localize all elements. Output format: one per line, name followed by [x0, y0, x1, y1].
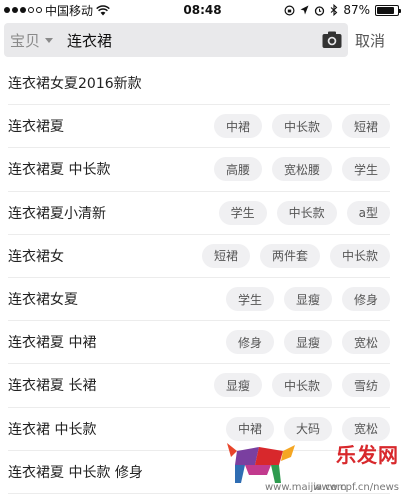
suggestion-text: 连衣裙夏 [8, 119, 64, 136]
refine-tag-chip[interactable]: 两件套 [259, 243, 320, 268]
suggestion-row[interactable]: 连衣裙夏 长裙 显瘦 中长款 雪纺 [8, 364, 390, 408]
suggestion-tags: 高腰 宽松腰 学生 [213, 157, 390, 182]
refine-tag-chip[interactable]: 中长款 [329, 243, 390, 268]
refine-tag-chip[interactable]: 修身 [225, 330, 274, 355]
suggestion-row[interactable]: 连衣裙夏小清新 学生 中长款 a型 [8, 192, 390, 235]
suggestion-text: 连衣裙女夏2016新款 [8, 76, 142, 93]
refine-tag-chip[interactable]: 显瘦 [283, 330, 332, 355]
camera-icon[interactable] [322, 30, 342, 49]
cancel-button[interactable]: 取消 [355, 30, 385, 51]
suggestion-text: 连衣裙女 [8, 248, 64, 265]
suggestion-text: 连衣裙夏 中长款 修身 [8, 464, 143, 481]
suggestion-tags: 学生 显瘦 修身 [225, 287, 390, 312]
bull-logo-icon [227, 443, 295, 483]
suggestion-text: 连衣裙夏 长裙 [8, 378, 97, 395]
suggestion-text: 连衣裙夏小清新 [8, 205, 106, 222]
lock-rotation-icon [284, 4, 295, 16]
refine-tag-chip[interactable]: 学生 [225, 287, 274, 312]
suggestion-tags: 修身 显瘦 宽松 [225, 330, 390, 355]
suggestion-tags: 短裙 两件套 中长款 [201, 243, 390, 268]
refine-tag-chip[interactable]: 修身 [341, 287, 390, 312]
refine-tag-chip[interactable]: 中长款 [276, 200, 337, 225]
bluetooth-icon [330, 4, 338, 16]
refine-tag-chip[interactable]: 宽松 [341, 330, 390, 355]
suggestion-text: 连衣裙夏 中裙 [8, 335, 97, 352]
refine-tag-chip[interactable]: 高腰 [213, 157, 262, 182]
battery-percent: 87% [343, 3, 370, 17]
refine-tag-chip[interactable]: 雪纺 [341, 373, 390, 398]
suggestion-row[interactable]: 连衣裙夏 中裙 中长款 短裙 [8, 105, 390, 149]
refine-tag-chip[interactable]: 中长款 [271, 373, 332, 398]
search-input[interactable]: 连衣裙 [67, 30, 112, 51]
search-box[interactable]: 宝贝 连衣裙 [4, 23, 348, 57]
refine-tag-chip[interactable]: 短裙 [341, 114, 390, 139]
refine-tag-chip[interactable]: 学生 [341, 157, 390, 182]
refine-tag-chip[interactable]: a型 [346, 200, 390, 225]
refine-tag-chip[interactable]: 显瘦 [213, 373, 262, 398]
status-bar: 中国移动 08:48 87% [0, 0, 405, 20]
suggestion-text: 连衣裙女夏 [8, 292, 78, 309]
watermark: 乐发网 www.maijia.com www.cpf.cn/news [221, 435, 401, 495]
suggestion-text: 连衣裙夏 中长款 [8, 162, 111, 179]
alarm-icon [315, 5, 325, 16]
suggestion-row[interactable]: 连衣裙女夏 学生 显瘦 修身 [8, 278, 390, 322]
location-icon [300, 5, 309, 14]
refine-tag-chip[interactable]: 短裙 [201, 243, 250, 268]
battery-icon [375, 4, 401, 16]
suggestion-row[interactable]: 连衣裙夏 中裙 修身 显瘦 宽松 [8, 321, 390, 365]
search-scope-label: 宝贝 [10, 31, 41, 50]
suggestion-tags: 学生 中长款 a型 [218, 200, 390, 225]
suggestion-row[interactable]: 连衣裙女 短裙 两件套 中长款 [8, 235, 390, 278]
suggestion-list: 连衣裙女夏2016新款 连衣裙夏 中裙 中长款 短裙 连衣裙夏 中长款 高腰 宽松腰 学生 连衣裙… [0, 62, 405, 494]
caret-down-icon [45, 37, 54, 43]
watermark-brand: 乐发网 [336, 443, 399, 467]
refine-tag-chip[interactable]: 中长款 [271, 114, 332, 139]
refine-tag-chip[interactable]: 显瘦 [283, 287, 332, 312]
refine-tag-chip[interactable]: 宽松腰 [271, 157, 332, 182]
search-scope-selector[interactable]: 宝贝 [10, 30, 54, 51]
suggestion-tags: 显瘦 中长款 雪纺 [213, 373, 390, 398]
refine-tag-chip[interactable]: 学生 [218, 200, 267, 225]
suggestion-tags: 中裙 中长款 短裙 [213, 114, 390, 139]
status-icons: 87% [284, 3, 401, 17]
suggestion-row[interactable]: 连衣裙女夏2016新款 [8, 62, 390, 106]
refine-tag-chip[interactable]: 中裙 [213, 114, 262, 139]
watermark-url-right: www.cpf.cn/news [313, 482, 399, 493]
suggestion-text: 连衣裙 中长款 [8, 421, 97, 438]
suggestion-row[interactable]: 连衣裙夏 中长款 高腰 宽松腰 学生 [8, 148, 390, 192]
search-header: 宝贝 连衣裙 取消 [0, 22, 405, 58]
